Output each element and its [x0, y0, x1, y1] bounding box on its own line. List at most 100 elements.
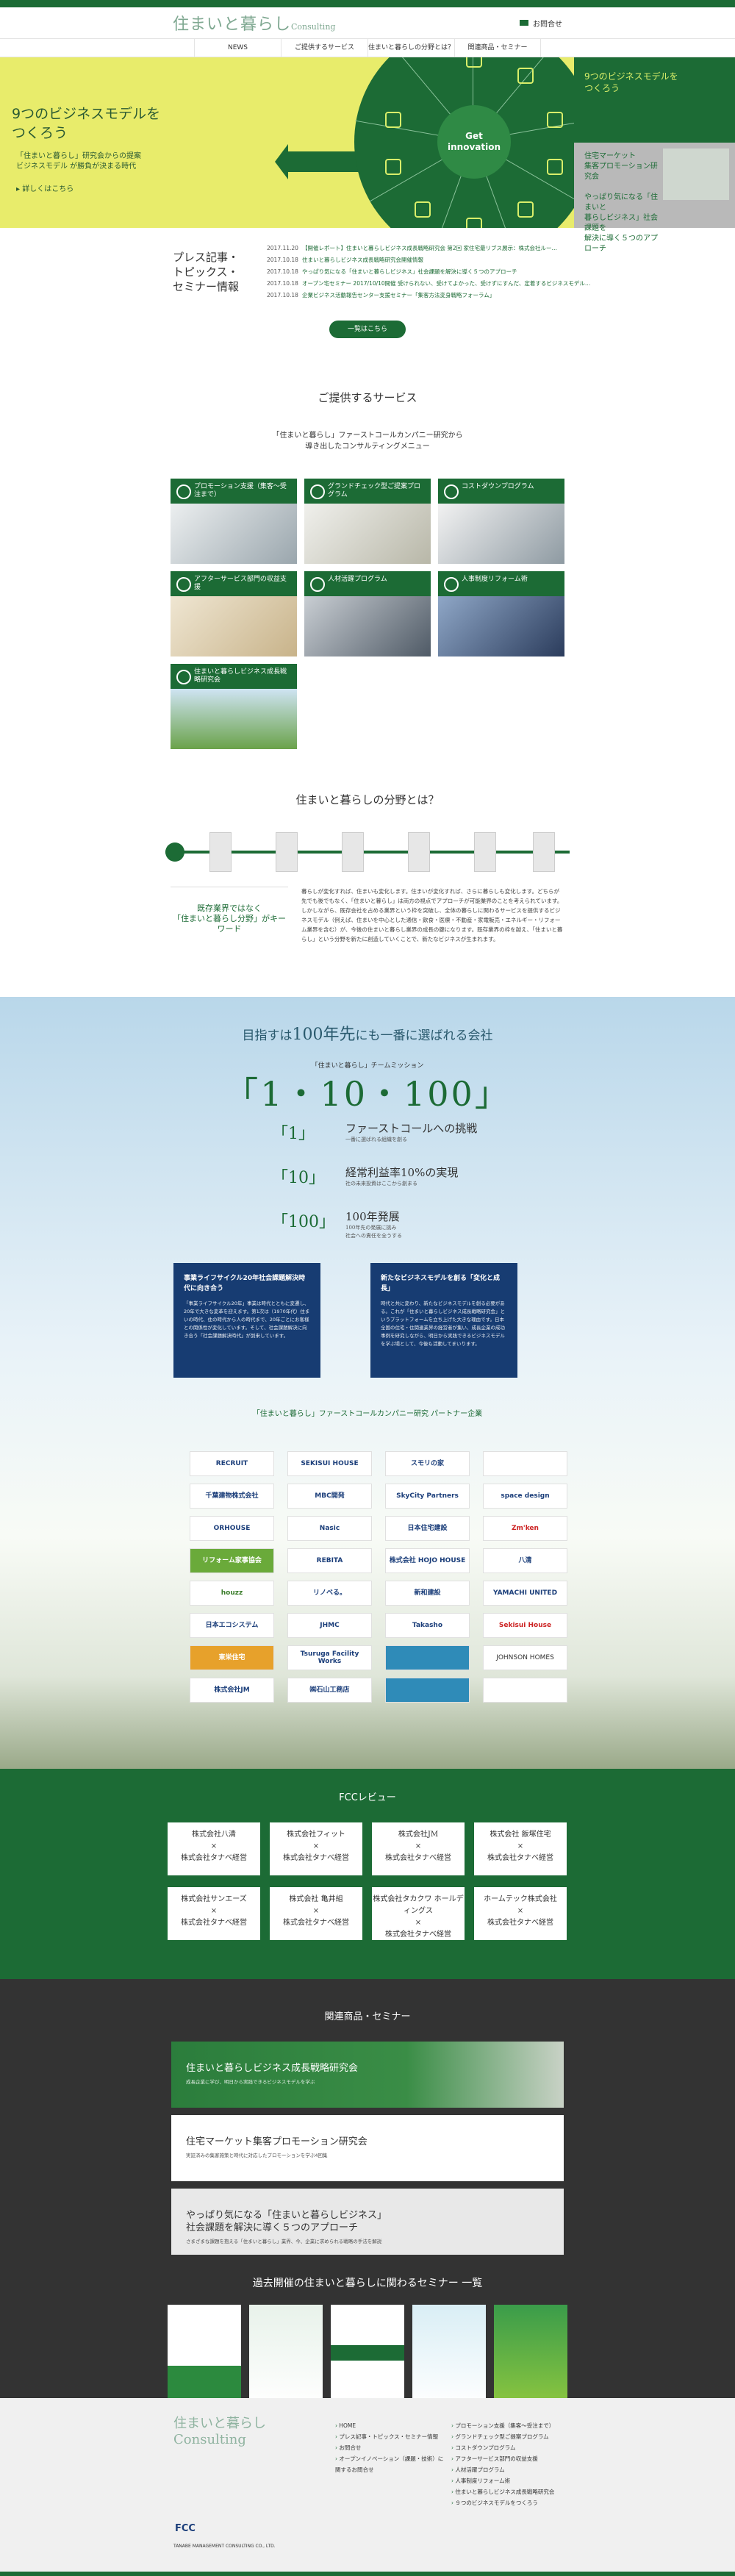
fcc-card[interactable]: 株式会社 亀井組 × 株式会社タナベ経営 [270, 1887, 362, 1940]
building-icon [517, 201, 534, 218]
partner-logo[interactable]: 千葉建物株式会社 [190, 1484, 274, 1509]
footer-link[interactable]: コストダウンプログラム [451, 2442, 554, 2453]
fcc-card[interactable]: 株式会社フィット × 株式会社タナベ経営 [270, 1822, 362, 1875]
fcc-card[interactable]: 株式会社JM × 株式会社タナベ経営 [372, 1822, 465, 1875]
news-item[interactable]: 2017.10.18 企業ビジネス活動報告センター支援セミナー「集客方法変身戦略フ… [267, 290, 590, 301]
mail-icon [520, 20, 528, 26]
partner-logo[interactable]: 株式会社JM [190, 1678, 274, 1703]
partner-logo[interactable]: SEKISUI HOUSE [287, 1451, 372, 1476]
nav-related[interactable]: 関連商品・セミナー [454, 39, 541, 57]
partner-logo[interactable]: Zm'ken [483, 1516, 567, 1541]
fcc-card[interactable]: 株式会社 飯塚住宅 × 株式会社タナベ経営 [474, 1822, 567, 1875]
partner-logo[interactable]: 株式会社 HOJO HOUSE [385, 1548, 470, 1573]
partner-logo[interactable] [483, 1451, 567, 1476]
news-item[interactable]: 2017.11.20 【開催レポート】住まいと暮らしビジネス成長戦略研究会 第2回… [267, 243, 590, 254]
side-banner-business-model[interactable]: 9つのビジネスモデルを つくろう [574, 57, 735, 143]
partner-logo[interactable]: ㈱石山工務店 [287, 1678, 372, 1703]
past-seminar-item[interactable] [249, 2305, 323, 2406]
banner-promotion-study[interactable]: 住宅マーケット集客プロモーション研究会 実証済みの集客施策と時代に対応したプロモー… [171, 2115, 564, 2181]
services-title: ご提供するサービス [318, 391, 417, 404]
gear-icon [466, 218, 482, 228]
top-accent-bar [0, 0, 735, 7]
banner-growth-study[interactable]: 住まいと暮らしビジネス成長戦略研究会 成長企業に学び、明日から実践できるビジネスモ… [171, 2042, 564, 2108]
service-card-after-service[interactable]: アフターサービス部門の収益支援 [171, 571, 297, 656]
fcc-card[interactable]: ホームテック株式会社 × 株式会社タナベ経営 [474, 1887, 567, 1940]
partner-logo[interactable]: スモリの家 [385, 1451, 470, 1476]
footer-link[interactable]: 住まいと暮らしビジネス成長戦略研究会 [451, 2486, 554, 2497]
contact-link[interactable]: お問合せ [520, 18, 562, 29]
service-card-growth-study[interactable]: 住まいと暮らしビジネス成長戦略研究会 [171, 664, 297, 749]
partner-logo[interactable]: houzz [190, 1581, 274, 1606]
house-icon [466, 57, 482, 68]
fcc-card[interactable]: 株式会社サンエーズ × 株式会社タナベ経営 [168, 1887, 260, 1940]
partner-logo[interactable]: リノベる。 [287, 1581, 372, 1606]
fcc-card[interactable]: 株式会社八清 × 株式会社タナベ経営 [168, 1822, 260, 1875]
service-card-hr-reform[interactable]: 人事制度リフォーム術 [438, 571, 564, 656]
partner-logo[interactable]: Sekisui House [483, 1613, 567, 1638]
partner-logo[interactable]: Tsuruga Facility Works [287, 1645, 372, 1670]
partner-logo[interactable]: ORHOUSE [190, 1516, 274, 1541]
partner-logo[interactable]: Takasho [385, 1613, 470, 1638]
footer-logo[interactable]: 住まいと暮らし Consulting [173, 2416, 266, 2448]
partner-logo[interactable] [385, 1645, 470, 1670]
footer-link[interactable]: 人事制度リフォーム術 [451, 2475, 554, 2486]
side-banner-promotion[interactable]: 住宅マーケット 集客プロモーション研究会 やっぱり気になる「住まいと 暮らしビジネス」… [574, 143, 735, 253]
site-logo[interactable]: 住まいと暮らしConsulting [173, 11, 335, 35]
footer-link[interactable]: オープンイノベーション（課題・技術）に関するお問合せ [335, 2453, 445, 2475]
fcc-card[interactable]: 株式会社タカクワ ホールディングス × 株式会社タナベ経営 [372, 1887, 465, 1940]
partner-logo[interactable]: Nasic [287, 1516, 372, 1541]
footer-link[interactable]: プロモーション支援（集客〜受注まで） [451, 2420, 554, 2431]
service-card-promotion[interactable]: プロモーション支援（集客〜受注まで） [171, 479, 297, 564]
news-item[interactable]: 2017.10.18 やっぱり気になる「住まいと暮らしビジネス」社会課題を解決に導… [267, 266, 590, 278]
partner-logo[interactable]: space design [483, 1484, 567, 1509]
past-seminar-item[interactable] [494, 2305, 567, 2406]
past-seminar-item[interactable] [412, 2305, 486, 2406]
service-card-grand-check[interactable]: グランドチェック型ご提案プログラム [304, 479, 431, 564]
partner-logo[interactable]: RECRUIT [190, 1451, 274, 1476]
partner-logo[interactable]: 日本エコシステム [190, 1613, 274, 1638]
business-model-wheel: Get innovation [354, 57, 574, 228]
field-keyword: 既存業界ではなく 「住まいと暮らし分野」がキーワード [171, 887, 288, 944]
footer-link[interactable]: ９つのビジネスモデルをつくろう [451, 2497, 554, 2508]
nav-news[interactable]: NEWS [194, 39, 281, 57]
partner-logo[interactable]: JHMC [287, 1613, 372, 1638]
partner-logo[interactable]: SkyCity Partners [385, 1484, 470, 1509]
partner-logo[interactable]: 新和建設 [385, 1581, 470, 1606]
service-card-talent[interactable]: 人材活躍プログラム [304, 571, 431, 656]
footer-link[interactable]: 人材活躍プログラム [451, 2464, 554, 2475]
news-list-button[interactable]: 一覧はこちら [329, 321, 406, 338]
partner-logo[interactable] [385, 1678, 470, 1703]
hero-banner[interactable]: 9つのビジネスモデルを つくろう 「住まいと暮らし」研究会からの提案 ビジネスモデル… [0, 57, 574, 228]
past-seminar-item[interactable] [168, 2305, 241, 2406]
partner-logo[interactable] [483, 1678, 567, 1703]
footer-link[interactable]: プレス記事・トピックス・セミナー情報 [335, 2431, 445, 2442]
news-item[interactable]: 2017.10.18 住まいと暮らしビジネス成長戦略研究会開催情報 [267, 254, 590, 266]
nav-field[interactable]: 住まいと暮らしの分野とは？ [368, 39, 454, 57]
footer-link[interactable]: HOME [335, 2420, 445, 2431]
footer-link[interactable]: お問合せ [335, 2442, 445, 2453]
phone-icon [385, 159, 401, 175]
mission-section: 目指すは100年先にも一番に選ばれる会社 「住まいと暮らし」チームミッション 「… [0, 997, 735, 1769]
service-card-cost-down[interactable]: コストダウンプログラム [438, 479, 564, 564]
partner-logo[interactable]: REBITA [287, 1548, 372, 1573]
mission-number: 「1・10・100」 [224, 1074, 511, 1114]
partner-logo[interactable]: リフォーム家事協会 [190, 1548, 274, 1573]
partner-logo[interactable]: JOHNSON HOMES [483, 1645, 567, 1670]
hero-section: 9つのビジネスモデルを つくろう 「住まいと暮らし」研究会からの提案 ビジネスモデル… [0, 57, 735, 253]
news-item[interactable]: 2017.10.18 オープン宅セミナー 2017/10/10開催 受けられない、… [267, 278, 590, 290]
partner-logo[interactable]: 東栄住宅 [190, 1645, 274, 1670]
footer-link[interactable]: アフターサービス部門の収益支援 [451, 2453, 554, 2464]
hero-more-link[interactable]: ▸ 詳しくはこちら [16, 182, 74, 193]
partner-logo[interactable]: 八清 [483, 1548, 567, 1573]
past-seminar-item[interactable] [331, 2305, 404, 2406]
footer-link[interactable]: グランドチェック型ご提案プログラム [451, 2431, 554, 2442]
chart-icon [517, 68, 534, 84]
partner-logo[interactable]: 日本住宅建設 [385, 1516, 470, 1541]
banner-five-approaches[interactable]: やっぱり気になる「住まいと暮らしビジネス」 社会課題を解決に導く５つのアプローチさ… [171, 2189, 564, 2255]
mission-title: 目指すは100年先にも一番に選ばれる会社 [242, 1026, 493, 1044]
services-grid: プロモーション支援（集客〜受注まで） グランドチェック型ご提案プログラム コスト… [171, 479, 564, 749]
hero-subtitle: 「住まいと暮らし」研究会からの提案 ビジネスモデル が勝負が決まる時代 [16, 152, 141, 171]
partner-logo[interactable]: MBC開発 [287, 1484, 372, 1509]
nav-services[interactable]: ご提供するサービス [281, 39, 368, 57]
partner-logo[interactable]: YAMACHI UNITED [483, 1581, 567, 1606]
